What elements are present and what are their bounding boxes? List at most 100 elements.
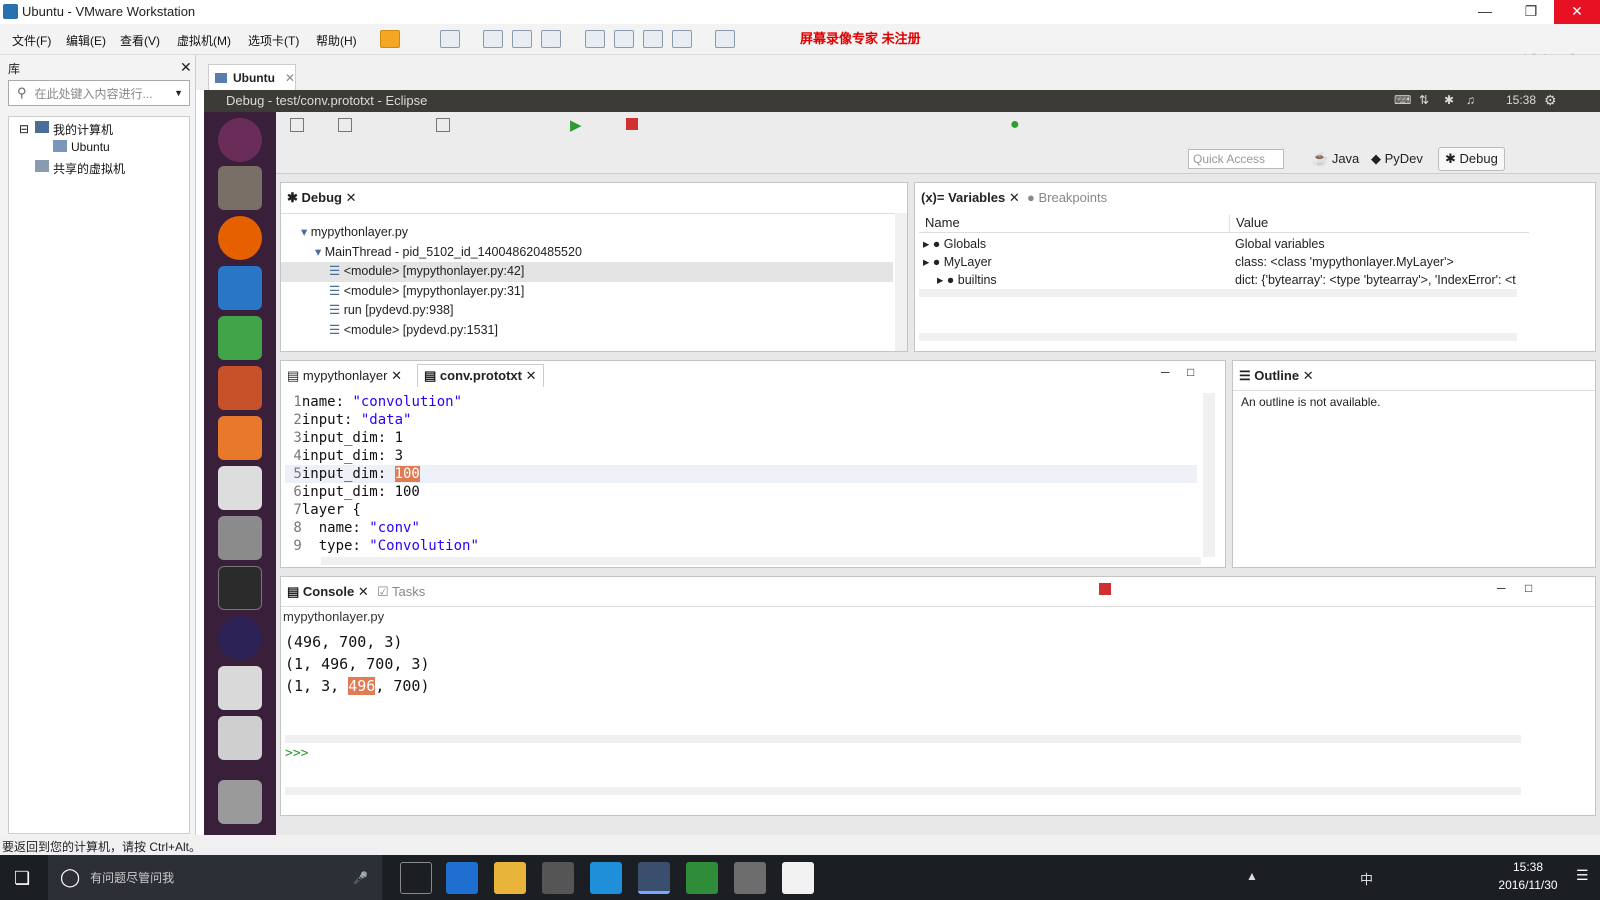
code-line[interactable]: 7layer { xyxy=(285,501,1197,519)
qq-icon[interactable] xyxy=(590,862,622,894)
editor-hscrollbar[interactable] xyxy=(321,557,1201,565)
microphone-icon[interactable]: 🎤 xyxy=(353,871,368,885)
pause-icon[interactable] xyxy=(380,30,400,48)
tree-item-shared-vms[interactable]: 共享的虚拟机 xyxy=(53,160,125,177)
show-library-icon[interactable] xyxy=(585,30,605,48)
close-tab-icon[interactable]: ✕ xyxy=(1009,190,1020,205)
restore-button[interactable]: ❐ xyxy=(1508,0,1554,24)
close-tab-icon[interactable]: ✕ xyxy=(526,368,537,383)
close-tab-icon[interactable]: ✕ xyxy=(391,368,402,383)
taskbar-time[interactable]: 15:38 xyxy=(1498,860,1558,874)
writer-icon[interactable] xyxy=(218,266,262,310)
tab-breakpoints[interactable]: ● Breakpoints xyxy=(1027,190,1107,205)
debug-scrollbar[interactable] xyxy=(895,213,907,351)
run-icon[interactable]: ● xyxy=(1010,116,1020,134)
tab-variables[interactable]: (x)= Variables ✕ xyxy=(921,190,1020,206)
ime-indicator[interactable]: 中 xyxy=(1360,869,1373,888)
keyboard-indicator-icon[interactable]: ⌨ xyxy=(1394,93,1411,107)
snapshot-manager-icon[interactable] xyxy=(541,30,561,48)
minimize-console-icon[interactable]: ─ xyxy=(1497,581,1506,595)
code-line[interactable]: 4input_dim: 3 xyxy=(285,447,1197,465)
library-search-input[interactable]: ⚲ 在此处键入内容进行... ▼ xyxy=(8,80,190,106)
dash-home-icon[interactable] xyxy=(218,118,262,162)
console-view-icon[interactable] xyxy=(715,30,735,48)
close-library-icon[interactable]: ✕ xyxy=(180,59,192,76)
minimize-button[interactable]: — xyxy=(1462,0,1508,24)
start-icon[interactable]: ❏ xyxy=(14,868,30,889)
code-line[interactable]: 3input_dim: 1 xyxy=(285,429,1197,447)
camtasia-icon[interactable] xyxy=(686,862,718,894)
volume-icon[interactable]: ♫ xyxy=(1466,93,1475,107)
software-center-icon[interactable] xyxy=(218,416,262,460)
quick-access-input[interactable]: Quick Access xyxy=(1188,149,1284,169)
tab-debug[interactable]: ✱ Debug ✕ xyxy=(287,190,357,206)
console-hscrollbar[interactable] xyxy=(285,735,1521,743)
tab-outline[interactable]: ☰ Outline ✕ xyxy=(1239,368,1314,384)
vmware-taskbar-icon[interactable] xyxy=(638,862,670,894)
tree-item-my-computer[interactable]: 我的计算机 xyxy=(53,121,113,138)
eclipse-icon[interactable] xyxy=(218,616,262,660)
revert-snapshot-icon[interactable] xyxy=(512,30,532,48)
text-editor-icon[interactable] xyxy=(218,666,262,710)
console-prompt[interactable]: >>> xyxy=(285,745,308,763)
debug-tree-item[interactable]: ☰ <module> [mypythonlayer.py:42] xyxy=(281,262,893,282)
code-editor[interactable]: 1name: "convolution" 2input: "data" 3inp… xyxy=(285,393,1197,555)
code-line[interactable]: 9 type: "Convolution" xyxy=(285,537,1197,555)
console-output[interactable]: (496, 700, 3) (1, 496, 700, 3) (1, 3, 496,… xyxy=(285,631,430,697)
debug-tree-item[interactable]: ☰ <module> [pydevd.py:1531] xyxy=(281,321,893,341)
tree-expand-icon[interactable]: ⊟ xyxy=(19,122,29,136)
tab-console[interactable]: ▤ Console ✕ xyxy=(287,584,369,600)
save-icon[interactable] xyxy=(338,118,352,132)
console-input-scrollbar[interactable] xyxy=(285,787,1521,795)
close-tab-icon[interactable]: ✕ xyxy=(285,71,295,85)
task-view-icon[interactable] xyxy=(400,862,432,894)
taskbar-date[interactable]: 2016/11/30 xyxy=(1490,878,1566,892)
menu-file[interactable]: 文件(F) xyxy=(12,32,51,49)
maximize-view-icon[interactable]: □ xyxy=(1187,365,1194,379)
column-header-value[interactable]: Value xyxy=(1229,215,1529,233)
close-tab-icon[interactable]: ✕ xyxy=(346,190,357,205)
code-line[interactable]: 2input: "data" xyxy=(285,411,1197,429)
menu-edit[interactable]: 编辑(E) xyxy=(66,32,106,49)
trash-icon[interactable] xyxy=(218,780,262,824)
debug-tree-item[interactable]: ▾ MainThread - pid_5102_id_1400486204855… xyxy=(281,243,893,263)
fullscreen-icon[interactable] xyxy=(643,30,663,48)
close-button[interactable]: ✕ xyxy=(1554,0,1600,24)
debug-tree-item[interactable]: ☰ <module> [mypythonlayer.py:31] xyxy=(281,282,893,302)
editor-vscrollbar[interactable] xyxy=(1203,393,1215,557)
perspective-java[interactable]: ☕ Java xyxy=(1312,151,1359,167)
variables-row[interactable]: ▸ ● builtins dict: {'bytearray': <type 'b… xyxy=(919,271,1529,289)
variables-row[interactable]: ▸ ● MyLayer class: <class 'mypythonlayer.… xyxy=(919,253,1529,271)
taskbar-search-box[interactable]: ◯ 有问题尽管问我 🎤 xyxy=(48,855,382,900)
perspective-debug[interactable]: ✱ Debug xyxy=(1438,147,1505,171)
snapshot-icon[interactable] xyxy=(483,30,503,48)
menu-help[interactable]: 帮助(H) xyxy=(316,32,357,49)
perspective-pydev[interactable]: ◆ PyDev xyxy=(1371,151,1423,167)
tree-item-ubuntu[interactable]: Ubuntu xyxy=(71,140,110,154)
menu-tabs[interactable]: 选项卡(T) xyxy=(248,32,299,49)
code-line[interactable]: 5input_dim: 100 xyxy=(285,465,1197,483)
tab-ubuntu[interactable]: Ubuntu ✕ xyxy=(208,64,296,90)
terminal-icon[interactable] xyxy=(218,566,262,610)
resume-icon[interactable]: ▶ xyxy=(570,116,582,134)
send-ctrl-alt-del-icon[interactable] xyxy=(440,30,460,48)
maximize-console-icon[interactable]: □ xyxy=(1525,581,1532,595)
files-icon[interactable] xyxy=(218,166,262,210)
disk-icon[interactable] xyxy=(218,716,262,760)
minimize-view-icon[interactable]: ─ xyxy=(1161,365,1170,379)
firefox-icon[interactable] xyxy=(218,216,262,260)
tab-editor-conv-prototxt[interactable]: ▤ conv.prototxt ✕ xyxy=(417,364,544,387)
settings-icon[interactable] xyxy=(218,516,262,560)
terminate-console-icon[interactable] xyxy=(1099,583,1111,595)
terminate-icon[interactable] xyxy=(626,118,638,130)
variables-hscrollbar[interactable] xyxy=(919,289,1517,297)
menu-view[interactable]: 查看(V) xyxy=(120,32,160,49)
close-tab-icon[interactable]: ✕ xyxy=(1303,368,1314,383)
unity-icon[interactable] xyxy=(672,30,692,48)
code-line[interactable]: 6input_dim: 100 xyxy=(285,483,1197,501)
close-tab-icon[interactable]: ✕ xyxy=(358,584,369,599)
recorder-icon[interactable] xyxy=(734,862,766,894)
thumbnail-bar-icon[interactable] xyxy=(614,30,634,48)
calc-icon[interactable] xyxy=(218,316,262,360)
column-header-name[interactable]: Name xyxy=(919,215,1229,233)
